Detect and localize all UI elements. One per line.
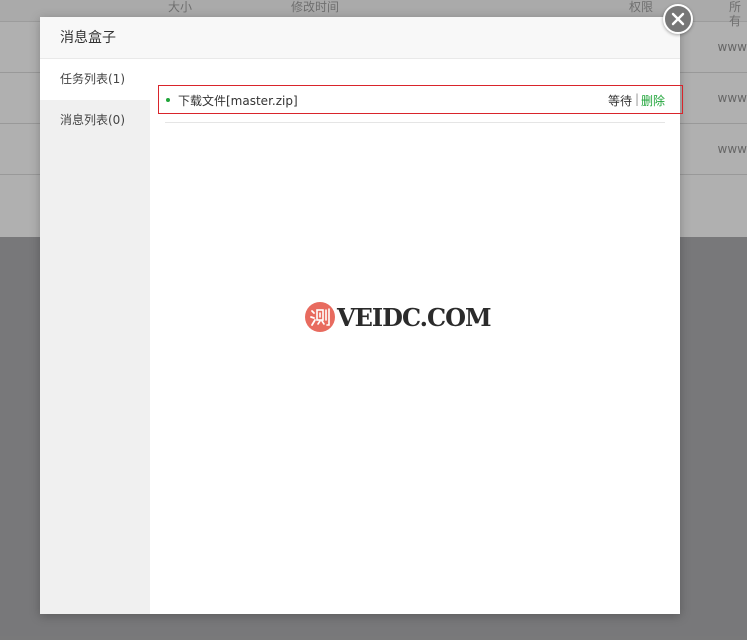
status-dot-icon [166, 98, 170, 102]
tab-message-list[interactable]: 消息列表(0) [40, 100, 150, 141]
tab-task-list[interactable]: 任务列表(1) [40, 59, 150, 100]
list-divider [165, 122, 665, 123]
close-icon [671, 12, 685, 26]
watermark-text: VEIDC.COM [337, 302, 492, 332]
task-status: 等待 [607, 94, 632, 108]
watermark-logo: VEIDC.COM [305, 302, 492, 332]
task-item: 下载文件[master.zip] 等待 | 删除 [158, 85, 683, 114]
dialog-sidebar: 任务列表(1) 消息列表(0) [40, 59, 150, 614]
watermark-glyph [310, 308, 330, 326]
close-dialog-button[interactable] [663, 4, 693, 34]
task-name: 下载文件[master.zip] [178, 94, 298, 108]
delete-task-link[interactable]: 删除 [641, 92, 665, 109]
task-separator: | [634, 92, 639, 106]
task-list-panel: 下载文件[master.zip] 等待 | 删除 [150, 59, 683, 614]
dialog-title: 消息盒子 [40, 17, 680, 59]
watermark-badge [305, 302, 335, 332]
